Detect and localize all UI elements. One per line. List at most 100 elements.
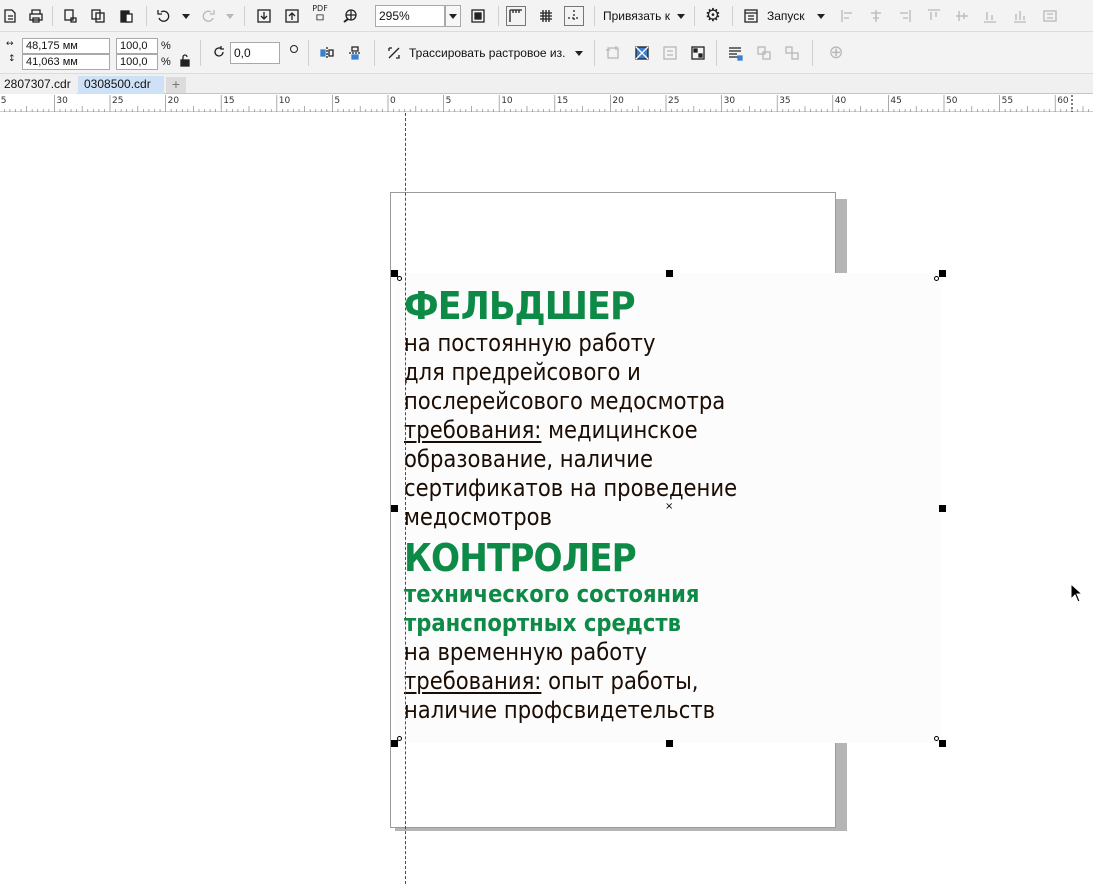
requirements-line: требования: медицинское — [404, 416, 870, 445]
tab-document-2[interactable]: 0308500.cdr — [78, 76, 164, 94]
rotation-icon — [209, 42, 229, 62]
separator — [812, 40, 813, 66]
export-pdf-icon[interactable]: PDF — [310, 4, 330, 24]
ungroup-icon[interactable] — [782, 43, 802, 63]
property-bar: ↔ ↕ 48,175 мм 41,063 мм 100,0 100,0 % % … — [0, 32, 1093, 74]
zoom-dropdown-button[interactable] — [445, 5, 461, 27]
ruler-label: 25 — [112, 96, 124, 106]
launch-app-icon[interactable] — [741, 6, 761, 26]
align-bottom-icon[interactable] — [980, 6, 1000, 26]
bitmap-color-mode-icon[interactable] — [660, 43, 680, 63]
trace-bitmap-dropdown-caret[interactable] — [575, 51, 583, 56]
launch-dropdown-caret[interactable] — [817, 14, 825, 19]
selection-handle-top-right[interactable] — [939, 270, 946, 277]
requirements-label: требования: — [404, 416, 542, 444]
separator — [308, 40, 309, 66]
height-field[interactable]: 41,063 мм — [22, 54, 110, 70]
horizontal-ruler[interactable]: 5 30 25 20 15 10 5 0 5 10 15 20 25 30 35 40 45 50 55 60 — [0, 95, 1093, 112]
width-icon: ↔ — [6, 39, 14, 49]
paste-icon[interactable] — [116, 6, 136, 26]
vertical-guideline[interactable] — [405, 113, 406, 884]
add-preset-icon[interactable]: ⊕ — [826, 43, 846, 63]
print-icon[interactable] — [26, 6, 46, 26]
drawing-canvas[interactable]: ФЕЛЬДШЕР на постоянную работу для предре… — [0, 113, 1093, 884]
ruler-label: 35 — [779, 96, 791, 106]
selection-handle-middle-right[interactable] — [939, 505, 946, 512]
width-field[interactable]: 48,175 мм — [22, 38, 110, 54]
redo-dropdown-caret[interactable] — [226, 14, 234, 19]
ruler-label: 15 — [223, 96, 235, 106]
resample-icon[interactable] — [632, 43, 652, 63]
scale-y-field[interactable]: 100,0 — [116, 54, 158, 70]
selection-handle-middle-left[interactable] — [391, 505, 398, 512]
edit-bitmap-icon[interactable] — [688, 43, 708, 63]
trace-bitmap-button[interactable]: Трассировать растровое из. — [409, 43, 565, 63]
ruler-label: 5 — [445, 96, 452, 106]
separator — [146, 6, 147, 26]
redo-icon[interactable] — [198, 6, 218, 26]
separator — [374, 40, 375, 66]
selection-handle-top-center[interactable] — [666, 270, 673, 277]
separator — [52, 6, 53, 26]
show-rulers-icon[interactable] — [506, 6, 526, 26]
node-marker — [397, 276, 402, 281]
subheading-line: транспортных средств — [404, 609, 681, 637]
zoom-level-input[interactable]: 295% — [375, 5, 445, 27]
ruler-label: 5 — [0, 96, 7, 106]
options-gear-icon[interactable]: ⚙ — [703, 6, 723, 26]
group-icon[interactable] — [754, 43, 774, 63]
snap-to-dropdown-caret[interactable] — [677, 14, 685, 19]
add-tab-icon[interactable]: + — [166, 77, 186, 93]
export-icon[interactable] — [282, 6, 302, 26]
align-page-icon[interactable] — [1040, 6, 1060, 26]
tab-document-1[interactable]: 2807307.cdr — [0, 76, 77, 94]
pdf-label: PDF — [312, 4, 328, 13]
align-center-v-icon[interactable] — [952, 6, 972, 26]
separator — [732, 6, 733, 26]
ruler-label: 5 — [334, 96, 341, 106]
rotation-angle-field[interactable]: 0,0 — [230, 42, 280, 64]
wrap-text-icon[interactable] — [725, 43, 745, 63]
selection-handle-bottom-center[interactable] — [666, 740, 673, 747]
requirements-text: медицинское — [541, 416, 698, 444]
selection-handle-bottom-left[interactable] — [391, 740, 398, 747]
snap-to-button[interactable]: Привязать к — [603, 6, 670, 26]
scale-x-field[interactable]: 100,0 — [116, 38, 158, 54]
heading-controller: КОНТРОЛЕР — [404, 536, 637, 580]
ruler-label: 20 — [167, 96, 180, 106]
new-document-icon[interactable] — [0, 6, 20, 26]
align-left-icon[interactable] — [838, 6, 858, 26]
ruler-label: 30 — [56, 96, 68, 106]
cut-icon[interactable] — [60, 6, 80, 26]
distribute-icon[interactable] — [1010, 6, 1030, 26]
selection-handle-bottom-right[interactable] — [939, 740, 946, 747]
text-line: на временную работу — [404, 638, 647, 666]
show-guidelines-icon[interactable] — [564, 6, 584, 26]
mirror-vertical-icon[interactable] — [345, 43, 365, 63]
copy-icon[interactable] — [88, 6, 108, 26]
ruler-label: 10 — [501, 96, 513, 106]
show-grid-icon[interactable] — [536, 6, 556, 26]
ruler-label: 30 — [723, 96, 736, 106]
separator — [694, 6, 695, 26]
crop-bitmap-icon[interactable] — [603, 43, 623, 63]
align-right-icon[interactable] — [894, 6, 914, 26]
ruler-label: 40 — [834, 96, 847, 106]
full-screen-preview-icon[interactable] — [468, 6, 488, 26]
separator — [498, 6, 499, 26]
ruler-label: 20 — [612, 96, 624, 106]
mirror-horizontal-icon[interactable] — [317, 43, 337, 63]
align-center-h-icon[interactable] — [866, 6, 886, 26]
degree-icon — [290, 45, 298, 53]
scale-x-unit: % — [161, 40, 171, 52]
trace-bitmap-icon[interactable] — [384, 43, 404, 63]
lock-ratio-icon[interactable] — [175, 50, 195, 70]
ruler-label: 25 — [668, 96, 680, 106]
launch-button[interactable]: Запуск — [767, 6, 805, 26]
publish-web-icon[interactable] — [340, 6, 360, 26]
undo-icon[interactable] — [154, 6, 174, 26]
requirements-line: требования: опыт работы, — [404, 667, 870, 696]
undo-dropdown-caret[interactable] — [182, 14, 190, 19]
align-top-icon[interactable] — [924, 6, 944, 26]
import-icon[interactable] — [254, 6, 274, 26]
